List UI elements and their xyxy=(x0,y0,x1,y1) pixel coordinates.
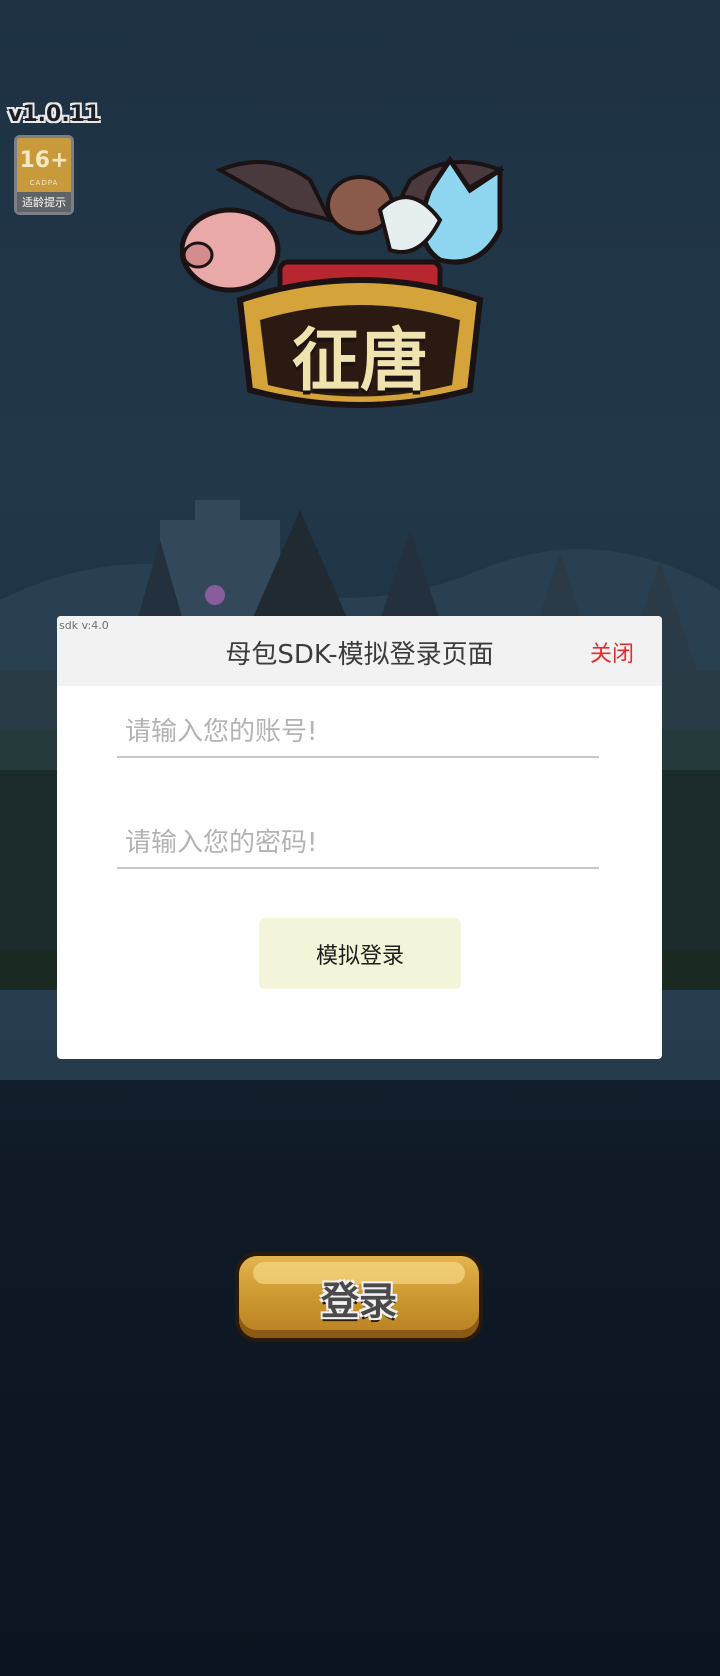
password-input[interactable] xyxy=(117,819,599,869)
game-login-button[interactable]: 登录 xyxy=(235,1252,483,1342)
age-rating-org: CADPA xyxy=(29,178,59,187)
sdk-version-label: sdk v:4.0 xyxy=(59,619,109,632)
dialog-title: 母包SDK-模拟登录页面 xyxy=(225,640,494,670)
close-button[interactable]: 关闭 xyxy=(590,636,634,668)
age-rating-badge[interactable]: 16+ CADPA 适龄提示 xyxy=(14,135,74,215)
sdk-login-dialog: sdk v:4.0 母包SDK-模拟登录页面 关闭 模拟登录 xyxy=(57,616,662,1059)
age-tip-label: 适龄提示 xyxy=(17,192,71,212)
version-label: v1.0.11 xyxy=(8,102,101,127)
dialog-header: sdk v:4.0 母包SDK-模拟登录页面 关闭 xyxy=(57,616,662,686)
game-login-face: 登录 xyxy=(239,1256,479,1338)
age-rating: 16+ xyxy=(19,148,69,173)
logo-title: 征唐 xyxy=(291,321,428,401)
game-login-label: 登录 xyxy=(320,1278,397,1323)
simulate-login-button[interactable]: 模拟登录 xyxy=(259,918,461,989)
account-input[interactable] xyxy=(117,708,599,758)
game-logo: 征唐 xyxy=(179,150,540,430)
